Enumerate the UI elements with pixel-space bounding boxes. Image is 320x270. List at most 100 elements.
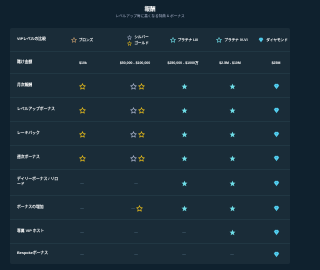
table-row-bespoke: Bespokeボーナス — — — —	[10, 244, 290, 264]
star-outline-icon	[129, 154, 137, 162]
increase-diamond	[268, 204, 284, 212]
star-filled-icon	[229, 229, 236, 236]
tier-bronze: ブロンズ	[62, 34, 102, 46]
star-outline-icon	[137, 82, 145, 90]
rakeback-platinum-2	[224, 130, 240, 138]
diamond-icon	[273, 205, 280, 212]
increase-silver-gold: —	[122, 204, 152, 212]
wager-silver-gold: $50,000 - $100,000	[119, 61, 151, 65]
diamond-icon	[273, 155, 280, 162]
star-filled-icon	[181, 205, 188, 212]
daily-bronze: —	[80, 181, 84, 185]
row-label-increase: ボーナスの増加	[17, 205, 44, 209]
weekly-diamond	[268, 82, 284, 90]
star-outline-icon	[71, 37, 77, 43]
table-header-row: VIPレベルの比較 ブロンズ シルバー ゴールド プラチナ I-III プラチナ…	[10, 28, 290, 52]
table-row-wager: 賭け金額 $10k $50,000 - $100,000 $250,000 - …	[10, 52, 290, 74]
bespoke-bronze: —	[80, 252, 84, 256]
increase-platinum	[176, 204, 192, 212]
monthly-platinum	[176, 154, 192, 162]
tier-label-platinum: プラチナ I-III	[177, 37, 199, 42]
star-filled-icon	[181, 107, 188, 114]
star-filled-icon	[229, 205, 236, 212]
star-outline-icon	[127, 34, 133, 40]
weekly-platinum-2	[224, 82, 240, 90]
diamond-icon	[273, 131, 280, 138]
diamond-icon	[273, 180, 280, 187]
star-filled-icon	[181, 155, 188, 162]
star-filled-icon	[229, 131, 236, 138]
star-outline-icon	[129, 82, 137, 90]
star-filled-icon	[229, 107, 236, 114]
row-label-host: 専属 VIP ホスト	[17, 229, 45, 233]
star-outline-icon	[78, 130, 86, 138]
row-label-wager: 賭け金額	[17, 60, 33, 64]
star-outline-icon	[136, 204, 143, 212]
levelup-bronze	[74, 106, 90, 114]
wager-diamond: $25M	[271, 61, 281, 65]
monthly-platinum-2	[224, 154, 240, 162]
table-row-rakeback: レーキバック	[10, 122, 290, 146]
star-outline-icon	[129, 130, 137, 138]
daily-diamond	[268, 179, 284, 187]
tier-platinum: プラチナ I-III	[162, 34, 206, 46]
daily-silver-gold: —	[134, 181, 138, 185]
monthly-bronze	[74, 154, 90, 162]
diamond-icon	[273, 83, 280, 90]
weekly-silver-gold	[122, 82, 152, 90]
row-label-weekly: 月次報酬	[17, 83, 33, 87]
daily-platinum-2	[224, 179, 240, 187]
bespoke-silver-gold: —	[134, 252, 138, 256]
star-outline-icon	[78, 106, 86, 114]
table-row-monthly: 週次ボーナス	[10, 146, 290, 170]
star-outline-icon	[78, 154, 86, 162]
wager-platinum: $250,000 - $1000万	[167, 60, 199, 65]
row-label-level: VIPレベルの比較	[17, 37, 46, 41]
wager-bronze: $10k	[79, 61, 87, 65]
rakeback-diamond	[268, 130, 284, 138]
star-filled-icon	[229, 180, 236, 187]
diamond-icon	[258, 37, 264, 43]
levelup-platinum	[176, 106, 192, 114]
star-outline-icon	[137, 130, 145, 138]
page-title: 報酬	[144, 7, 156, 13]
host-platinum: —	[182, 230, 186, 234]
star-filled-icon	[181, 180, 188, 187]
tier-diamond: ダイヤモンド	[256, 34, 290, 46]
vip-comparison-table: VIPレベルの比較 ブロンズ シルバー ゴールド プラチナ I-III プラチナ…	[10, 28, 290, 264]
table-row-levelup: レベルアップボーナス	[10, 98, 290, 122]
diamond-icon	[273, 251, 280, 258]
monthly-silver-gold	[122, 154, 152, 162]
levelup-silver-gold	[122, 106, 152, 114]
star-filled-icon	[181, 131, 188, 138]
table-row-host: 専属 VIP ホスト — — —	[10, 220, 290, 244]
star-filled-icon	[229, 155, 236, 162]
tier-label-diamond: ダイヤモンド	[266, 37, 288, 42]
star-outline-icon	[137, 106, 145, 114]
diamond-icon	[273, 229, 280, 236]
diamond-icon	[273, 107, 280, 114]
host-silver-gold: —	[134, 230, 138, 234]
star-outline-icon	[216, 37, 223, 43]
star-outline-icon	[169, 37, 176, 43]
rakeback-bronze	[74, 130, 90, 138]
increase-bronze: —	[80, 206, 84, 210]
table-row-daily: デイリーボーナス / リロード — —	[10, 170, 290, 196]
star-filled-icon	[181, 83, 188, 90]
tier-label-gold: ゴールド	[134, 40, 149, 45]
wager-platinum-2: $2.5M - $10M	[219, 61, 241, 65]
weekly-bronze	[74, 82, 90, 90]
bespoke-platinum-2: —	[230, 252, 234, 256]
tier-platinum-2: プラチナ IV-VI	[210, 34, 254, 46]
star-outline-icon	[127, 40, 133, 46]
increase-platinum-2	[224, 204, 240, 212]
daily-platinum	[176, 179, 192, 187]
row-label-bespoke: Bespokeボーナス	[17, 251, 49, 255]
host-bronze: —	[80, 230, 84, 234]
star-filled-icon	[229, 83, 236, 90]
tier-silver-gold: シルバー ゴールド	[118, 31, 158, 49]
row-label-monthly: 週次ボーナス	[17, 155, 40, 159]
levelup-platinum-2	[224, 106, 240, 114]
bespoke-platinum: —	[182, 252, 186, 256]
levelup-diamond	[268, 106, 284, 114]
